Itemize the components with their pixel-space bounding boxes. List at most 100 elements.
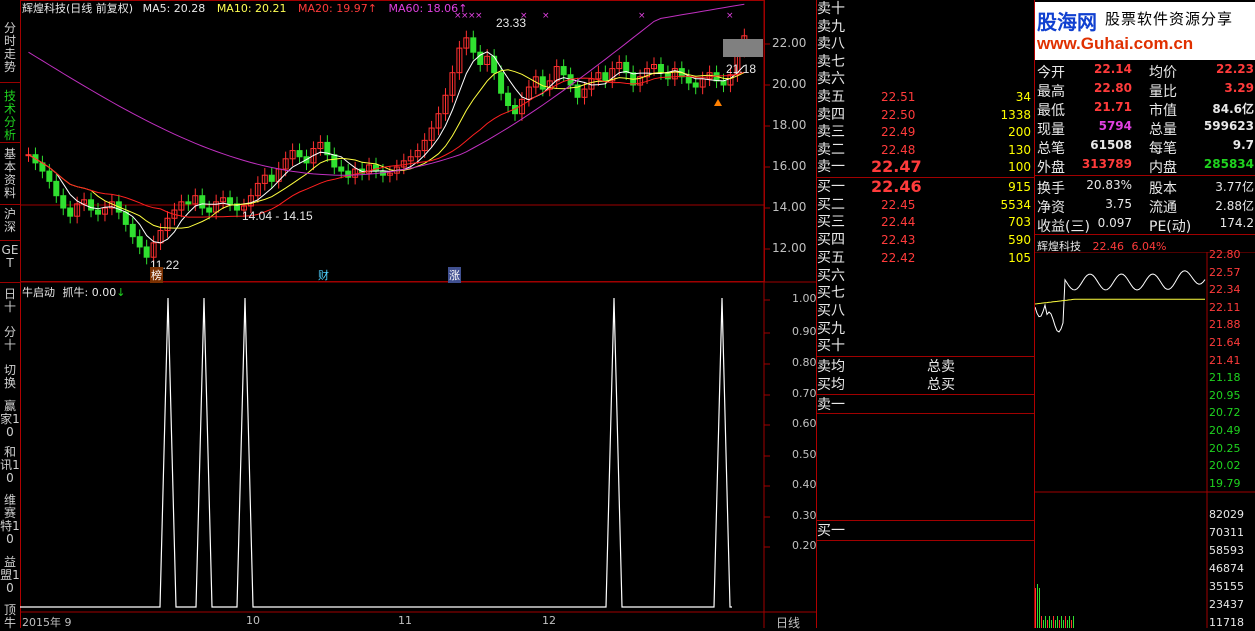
fundamental-value: 2.88亿 [1215,199,1254,213]
fundamental-label: 收益(三) [1037,219,1090,235]
brand-banner[interactable]: 股海网 股票软件资源分享 www.Guhai.com.cn [1035,2,1255,60]
nav-tab-technical[interactable]: 技术分析 [0,90,20,142]
date-label-nov: 11 [398,614,412,627]
chart-title: 辉煌科技(日线 前复权) [22,2,134,15]
nav-tab-timeshare[interactable]: 分时走势 [0,22,20,74]
indicator-axis-label: 0.50 [792,448,817,461]
nav-weisaite10[interactable]: 维赛特10 [0,494,20,546]
price-axis: 22.00 20.00 18.00 16.00 14.00 12.00 [766,0,814,282]
buy-level-price: 22.45 [881,197,916,212]
buy-level-label: 买三 [817,214,845,231]
svg-text:×: × [726,11,734,21]
date-axis: 2015年 9 10 11 12 [20,614,764,629]
quote-value: 3.29 [1224,81,1254,95]
indicator-axis-label: 0.60 [792,417,817,430]
mini-price-label: 21.18 [1209,371,1241,385]
mini-price-label: 20.95 [1209,388,1241,402]
buy-level-price: 22.44 [881,215,916,230]
brand-logo: 股海网 [1037,10,1097,34]
mini-price-label: 22.11 [1209,300,1241,314]
quote-label: 最低 [1037,103,1065,119]
date-label-dec: 12 [542,614,556,627]
buy-level-label: 买八 [817,302,845,319]
ma20-label: MA20: 19.97 [298,2,368,15]
buy-level-label: 买四 [817,232,845,249]
event-marker-zhang[interactable]: 涨 [448,267,461,283]
quote-value: 5794 [1098,119,1132,133]
event-marker-bang[interactable]: 榜 [150,267,163,283]
mini-price-label: 22.80 [1209,248,1241,261]
buy-level-price: 22.46 [871,177,922,196]
sell-level-volume: 100 [1008,160,1031,175]
mini-price-label: 21.88 [1209,318,1241,332]
period-label[interactable]: 日线 [776,614,800,631]
mini-price-label: 22.57 [1209,265,1241,279]
quote-label: 现量 [1037,122,1065,138]
sell-level-label: 卖五 [817,89,845,105]
fundamental-value: 0.097 [1097,216,1132,230]
mini-volume-label: 58593 [1209,544,1244,557]
mini-volume-label: 23437 [1209,598,1244,611]
total-sell-label: 总卖 [927,359,955,375]
fundamental-value: 174.2 [1219,216,1254,230]
quote-label: 均价 [1149,65,1177,81]
mini-price-label: 21.64 [1209,336,1241,349]
nav-winner10[interactable]: 赢家10 [0,400,20,439]
buy-level-label: 买一 [817,179,845,195]
buy-level-label: 买七 [817,285,845,302]
quote-label: 总量 [1149,122,1177,138]
nav-tab-hushen[interactable]: 沪深 [0,208,20,234]
quote-label: 今开 [1037,65,1065,81]
nav-dingniu[interactable]: 顶牛 [0,604,20,630]
left-nav: 分时走势 技术分析 基本资料 沪深 GET 日十 分十 切换 赢家10 和讯10… [0,0,21,630]
mini-price-label: 20.02 [1209,459,1241,473]
price-axis-label: 22.00 [772,36,807,50]
buy-level-label: 买九 [817,320,845,337]
nav-yimeng10[interactable]: 益盟10 [0,556,20,595]
nav-day-ten[interactable]: 日十 [0,288,20,314]
sell-level-price: 22.51 [881,90,916,104]
sell-level-price: 22.50 [881,107,916,122]
order-book-panel: 卖十 卖九 卖八 卖七 卖六 卖五 22.51 34 卖四 22.50 1338 卖三 22.49 200… [816,0,1035,628]
sell-avg-row: 卖均 总卖 [817,358,1035,376]
nav-hexun10[interactable]: 和讯10 [0,446,20,485]
nav-tab-get[interactable]: GET [0,244,20,280]
sell-level-price: 22.49 [881,125,916,140]
sell-level-label: 卖十 [817,1,845,17]
buy-level-label: 买六 [817,267,845,284]
event-marker-cai[interactable]: 财 [318,267,329,283]
fundamental-label: 股本 [1149,181,1177,197]
sell-level-volume: 34 [1015,90,1031,104]
indicator-axis-label: 0.30 [792,509,817,522]
price-axis-label: 14.00 [772,200,807,214]
nav-tab-fundamentals[interactable]: 基本资料 [0,148,20,200]
mini-price-label: 21.41 [1209,353,1241,367]
fundamental-label: 换手 [1037,181,1065,197]
mini-volume-label: 35155 [1209,580,1244,593]
nav-switch[interactable]: 切换 [0,364,20,390]
svg-text:×: × [638,11,646,21]
indicator-header: 牛启动 抓牛: 0.00↓ [22,286,126,299]
signal-triangle-icon [714,99,722,106]
quote-label: 内盘 [1149,160,1177,176]
quote-value: 22.23 [1216,62,1254,76]
sell-level-label: 卖六 [817,71,845,88]
quote-value: 313789 [1081,157,1132,171]
fundamental-label: 净资 [1037,200,1065,216]
buy-level-price: 22.43 [881,233,916,248]
fundamental-value: 3.77亿 [1215,180,1254,194]
buy-level-price: 22.42 [881,250,916,265]
fundamental-label: 流通 [1149,200,1177,216]
sell-level-label: 卖九 [817,18,845,35]
nav-minute-ten[interactable]: 分十 [0,326,20,352]
sell-level-price: 22.47 [871,157,922,177]
quote-label: 市值 [1149,103,1177,119]
quote-value: 22.14 [1094,62,1132,76]
price-axis-label: 18.00 [772,118,807,132]
price-axis-label: 12.00 [772,241,807,255]
ma5-label: MA5: 20.28 [142,2,206,15]
quote-value: 84.6亿 [1212,102,1254,116]
kline-chart-area[interactable]: × × × × × × × × 辉煌科技(日线 前复权) MA5: 20.28 MA10: 2… [20,0,817,631]
total-buy-label: 总买 [927,377,955,393]
buy-level-label: 买二 [817,196,845,213]
